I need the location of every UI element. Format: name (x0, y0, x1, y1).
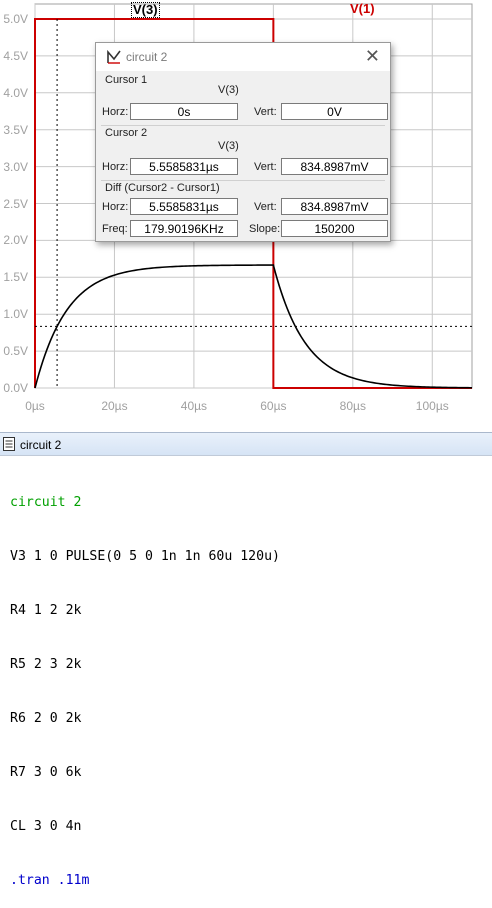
diff-vert-field[interactable]: 834.8987mV (281, 198, 388, 215)
cursor1-vert-field[interactable]: 0V (281, 103, 388, 120)
trace-label-v1[interactable]: V(1) (350, 2, 375, 16)
y-tick-label: 1.5V (3, 270, 28, 285)
cursor2-trace-name: V(3) (218, 140, 239, 152)
x-tick-label: 100µs (415, 399, 449, 413)
diff-slope-field[interactable]: 150200 (281, 220, 388, 237)
y-tick-label: 5.0V (3, 12, 28, 26)
diff-horz-label: Horz: (102, 201, 129, 213)
y-tick-label: 4.5V (3, 48, 28, 63)
ltspice-icon (107, 49, 121, 64)
cursor2-horz-label: Horz: (102, 161, 129, 173)
diff-horz-field[interactable]: 5.5585831µs (130, 198, 238, 215)
dialog-title-bar[interactable]: circuit 2 ✕ (96, 43, 390, 71)
y-tick-label: 0.5V (3, 344, 28, 359)
netlist-window-title: circuit 2 (20, 438, 62, 452)
y-tick-label: 2.5V (3, 196, 28, 211)
diff-freq-label: Freq: (102, 223, 128, 235)
netlist-line[interactable]: CL 3 0 4n (10, 818, 280, 836)
netlist-line[interactable]: R5 2 3 2k (10, 656, 280, 674)
netlist-line[interactable]: R6 2 0 2k (10, 710, 280, 728)
cursor2-vert-label: Vert: (254, 161, 277, 173)
x-tick-label: 40µs (180, 399, 208, 413)
cursor2-vert-field[interactable]: 834.8987mV (281, 158, 388, 175)
cursor2-label: Cursor 2 (105, 127, 148, 139)
x-tick-label: 0µs (25, 399, 45, 413)
y-tick-label: 0.0V (3, 381, 28, 395)
netlist-line[interactable]: circuit 2 (10, 494, 280, 512)
dialog-title: circuit 2 (126, 50, 168, 64)
document-icon (3, 437, 15, 451)
netlist-window-titlebar[interactable]: circuit 2 (0, 432, 492, 456)
close-icon[interactable]: ✕ (365, 47, 380, 65)
diff-label: Diff (Cursor2 - Cursor1) (105, 182, 220, 194)
y-tick-label: 4.0V (3, 85, 28, 100)
cursor1-trace-name: V(3) (218, 84, 239, 96)
netlist-line[interactable]: .tran .11m (10, 872, 280, 890)
x-tick-label: 20µs (101, 399, 128, 413)
netlist-line[interactable]: V3 1 0 PULSE(0 5 0 1n 1n 60u 120u) (10, 548, 280, 566)
separator (101, 180, 385, 181)
diff-freq-field[interactable]: 179.90196KHz (130, 220, 238, 237)
diff-slope-label: Slope: (249, 223, 281, 235)
y-tick-label: 2.0V (3, 233, 28, 248)
netlist-line[interactable]: R4 1 2 2k (10, 602, 280, 620)
y-tick-label: 3.5V (3, 122, 28, 137)
cursor1-horz-label: Horz: (102, 106, 129, 118)
cursor1-vert-label: Vert: (254, 106, 277, 118)
separator (101, 125, 385, 126)
cursor-dialog[interactable]: circuit 2 ✕ Cursor 1 V(3) Horz: 0s Vert:… (95, 42, 391, 242)
x-tick-label: 80µs (339, 399, 366, 413)
cursor1-label: Cursor 1 (105, 74, 148, 86)
diff-vert-label: Vert: (254, 201, 277, 213)
cursor1-horz-field[interactable]: 0s (130, 103, 238, 120)
cursor2-horz-field[interactable]: 5.5585831µs (130, 158, 238, 175)
trace-label-v3[interactable]: V(3) (131, 2, 160, 18)
netlist-editor[interactable]: circuit 2 V3 1 0 PULSE(0 5 0 1n 1n 60u 1… (10, 458, 280, 908)
y-tick-label: 1.0V (3, 307, 28, 322)
netlist-line[interactable]: R7 3 0 6k (10, 764, 280, 782)
y-tick-label: 3.0V (3, 159, 28, 174)
x-tick-label: 60µs (260, 399, 287, 413)
